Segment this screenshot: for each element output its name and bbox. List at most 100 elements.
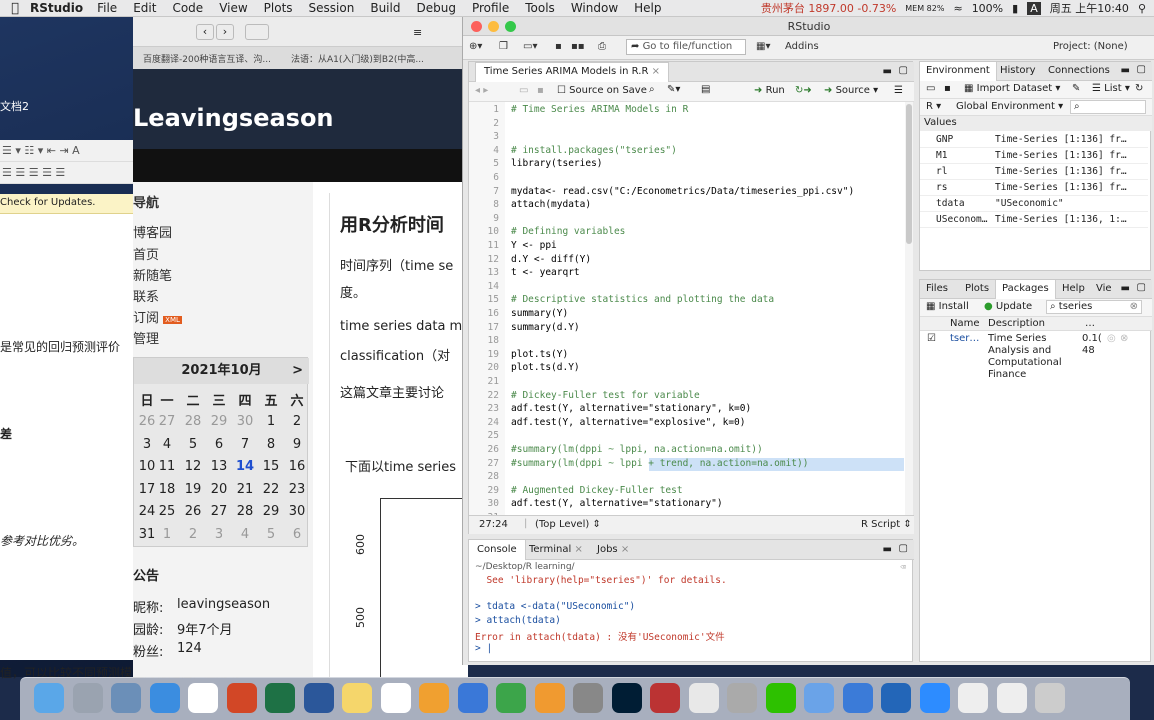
- code-line[interactable]: summary(Y): [511, 308, 568, 319]
- grid-icon[interactable]: ▦▾: [756, 41, 770, 52]
- menu-file[interactable]: File: [97, 1, 117, 15]
- calendar-day[interactable]: 4: [154, 437, 180, 452]
- calendar-day[interactable]: 18: [154, 482, 180, 497]
- environment-row[interactable]: rs Time-Series [1:136] fr…: [920, 180, 1148, 196]
- xml-badge[interactable]: XML: [163, 316, 182, 324]
- calendar-day[interactable]: 13: [206, 459, 232, 474]
- calendar-day[interactable]: 28: [232, 504, 258, 519]
- calendar-day[interactable]: 30: [232, 414, 258, 429]
- battery-icon[interactable]: ▮: [1012, 2, 1018, 15]
- zoom-icon[interactable]: [919, 683, 950, 713]
- tab-viewer[interactable]: Vie: [1096, 283, 1112, 294]
- stock-ticker[interactable]: 贵州茅台 1897.00 -0.73%: [761, 0, 896, 16]
- powerpoint-icon[interactable]: [226, 683, 257, 713]
- pages-icon[interactable]: [534, 683, 565, 713]
- tab-files[interactable]: Files: [926, 283, 948, 294]
- package-search-input[interactable]: ⌕ tseries ⊗: [1046, 300, 1142, 314]
- browser-tab[interactable]: 百度翻译-200种语言互译、沟...: [133, 52, 281, 65]
- editor-scrollbar[interactable]: [905, 102, 913, 515]
- nav-item-subscribe[interactable]: 订阅 XML: [133, 307, 182, 326]
- clear-console-icon[interactable]: ⌫: [900, 562, 906, 573]
- notice-followers[interactable]: 124: [177, 641, 202, 656]
- close-tab-icon[interactable]: ×: [652, 66, 660, 77]
- code-line[interactable]: # install.packages("tseries"): [511, 145, 677, 156]
- calendar-day[interactable]: 4: [232, 527, 258, 542]
- folder-icon[interactable]: [804, 683, 834, 713]
- calendar-icon[interactable]: [188, 683, 218, 713]
- system-preferences-icon[interactable]: [573, 683, 603, 713]
- column-description[interactable]: Description: [988, 318, 1045, 329]
- install-button[interactable]: ▦ Install: [926, 301, 969, 312]
- environment-row[interactable]: M1 Time-Series [1:136] fr…: [920, 148, 1148, 164]
- calendar-day[interactable]: 26: [180, 504, 206, 519]
- clear-objects-icon[interactable]: ✎: [1072, 83, 1080, 94]
- sidebar-toggle-icon[interactable]: [245, 24, 269, 40]
- calendar-day[interactable]: 11: [154, 459, 180, 474]
- package-loaded-checkbox[interactable]: ☑: [927, 333, 936, 344]
- zoom-icon[interactable]: [505, 21, 516, 32]
- code-tools-icon[interactable]: ✎▾: [667, 84, 680, 95]
- calendar-day[interactable]: 6: [284, 527, 310, 542]
- environment-row[interactable]: rl Time-Series [1:136] fr…: [920, 164, 1148, 180]
- clock[interactable]: 周五 上午10:40: [1050, 0, 1129, 16]
- calendar-day[interactable]: 30: [284, 504, 310, 519]
- spotlight-icon[interactable]: ⚲: [1138, 2, 1146, 15]
- package-website-icon[interactable]: ◎: [1107, 333, 1116, 344]
- search-icon[interactable]: ⌕: [649, 84, 655, 95]
- tab-history[interactable]: History: [1000, 65, 1036, 76]
- calendar-day[interactable]: 12: [180, 459, 206, 474]
- menu-debug[interactable]: Debug: [416, 1, 455, 15]
- calendar-day[interactable]: 23: [284, 482, 310, 497]
- launchpad-icon[interactable]: [72, 683, 103, 713]
- calendar-day[interactable]: 5: [258, 527, 284, 542]
- environment-search-input[interactable]: ⌕: [1070, 100, 1146, 114]
- calendar-day[interactable]: 25: [154, 504, 180, 519]
- code-line[interactable]: Y <- ppi: [511, 240, 557, 251]
- console-output[interactable]: ~/Desktop/R learning/ ⌫ See 'library(hel…: [469, 560, 914, 663]
- menu-plots[interactable]: Plots: [264, 1, 293, 15]
- calendar-day[interactable]: 29: [258, 504, 284, 519]
- working-directory[interactable]: ~/Desktop/R learning/: [475, 562, 575, 572]
- environment-row[interactable]: USeconom… Time-Series [1:136, 1:…: [920, 212, 1148, 228]
- word-document[interactable]: 是常见的回归预测评价 差 参考对比优劣。 值，可以比较不同预测模型的稳定性，应用…: [0, 214, 240, 680]
- code-line[interactable]: attach(mydata): [511, 199, 591, 210]
- nav-item-cnblogs[interactable]: 博客园: [133, 222, 172, 241]
- tab-connections[interactable]: Connections: [1048, 65, 1110, 76]
- update-bar[interactable]: Check for Updates.: [0, 194, 140, 214]
- baiduyun-icon[interactable]: [842, 683, 873, 713]
- code-line[interactable]: t <- yearqrt: [511, 267, 580, 278]
- project-menu[interactable]: Project: (None): [1053, 41, 1128, 52]
- update-button[interactable]: ● Update: [984, 301, 1032, 312]
- menu-app-name[interactable]: RStudio: [30, 1, 83, 15]
- code-line[interactable]: library(tseries): [511, 158, 603, 169]
- clear-search-icon[interactable]: ⊗: [1130, 301, 1138, 312]
- back-icon[interactable]: ‹: [196, 24, 214, 40]
- maximize-pane-icon[interactable]: ▢: [899, 65, 908, 76]
- show-in-window-icon[interactable]: ▭: [519, 85, 528, 96]
- save-workspace-icon[interactable]: ▪: [944, 83, 951, 94]
- R-icon[interactable]: [881, 683, 911, 713]
- scope-selector[interactable]: (Top Level) ⇕: [535, 519, 601, 530]
- menu-window[interactable]: Window: [571, 1, 618, 15]
- apple-icon[interactable]: : [0, 1, 30, 16]
- photoshop-icon[interactable]: [611, 683, 642, 713]
- column-name[interactable]: Name: [950, 318, 980, 329]
- code-line[interactable]: # Augmented Dickey-Fuller test: [511, 485, 683, 496]
- calendar-day[interactable]: 28: [180, 414, 206, 429]
- battery-level[interactable]: 100%: [972, 2, 1003, 15]
- calendar-day[interactable]: 6: [206, 437, 232, 452]
- calendar-day[interactable]: 2: [284, 414, 310, 429]
- menu-build[interactable]: Build: [370, 1, 400, 15]
- keynote-icon[interactable]: [457, 683, 488, 713]
- calendar-day[interactable]: 9: [284, 437, 310, 452]
- blog-title[interactable]: Leavingseason: [133, 104, 334, 132]
- code-line[interactable]: summary(d.Y): [511, 322, 580, 333]
- excel-icon[interactable]: [265, 683, 295, 713]
- wifi-icon[interactable]: ≈: [953, 2, 962, 15]
- calendar-day[interactable]: 27: [154, 414, 180, 429]
- code-line[interactable]: d.Y <- diff(Y): [511, 254, 591, 265]
- menu-tools[interactable]: Tools: [525, 1, 555, 15]
- minimize-icon[interactable]: [488, 21, 499, 32]
- calendar-day[interactable]: 29: [206, 414, 232, 429]
- tab-help[interactable]: Help: [1062, 283, 1085, 294]
